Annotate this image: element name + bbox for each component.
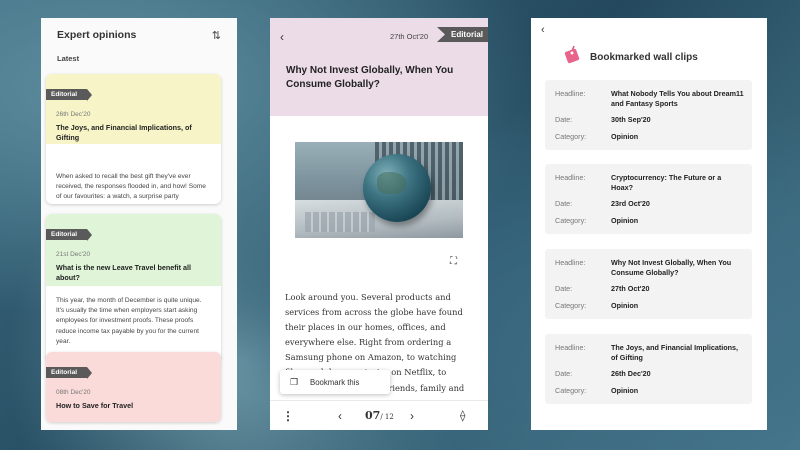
- date-row: Date: 26th Dec'20: [555, 369, 744, 379]
- headline-row: Headline: Cryptocurrency: The Future or …: [555, 173, 744, 192]
- headline-value: Why Not Invest Globally, When You Consum…: [611, 258, 732, 277]
- date-key: Date:: [555, 369, 573, 378]
- article-header: ‹ 27th Oct'20 Editorial Why Not Invest G…: [270, 18, 488, 116]
- page-total: / 12: [380, 413, 394, 421]
- headline-key: Headline:: [555, 258, 586, 267]
- date-row: Date: 30th Sep'20: [555, 115, 744, 125]
- expert-opinions-header: Expert opinions ⇅: [41, 18, 237, 52]
- headline-value: What Nobody Tells You about Dream11 and …: [611, 89, 744, 108]
- previous-page-icon[interactable]: ‹: [338, 409, 342, 423]
- category-row: Category: Opinion: [555, 132, 744, 142]
- sort-arrows-icon[interactable]: ⇅: [212, 29, 221, 42]
- category-row: Category: Opinion: [555, 386, 744, 396]
- headline-value: Cryptocurrency: The Future or a Hoax?: [611, 173, 722, 192]
- card-excerpt: This year, the month of December is quit…: [56, 297, 202, 345]
- bookmark-label: Bookmark this: [310, 377, 360, 387]
- date-value: 27th Oct'20: [611, 284, 650, 293]
- page-title: Bookmarked wall clips: [590, 52, 698, 63]
- opinion-card[interactable]: Editorial 26th Dec'20 The Joys, and Fina…: [46, 74, 221, 204]
- headline-key: Headline:: [555, 343, 586, 352]
- headline-key: Headline:: [555, 173, 586, 182]
- more-options-icon[interactable]: ⋮: [282, 409, 294, 423]
- bookmark-card[interactable]: Headline: Why Not Invest Globally, When …: [545, 249, 752, 319]
- category-row: Category: Opinion: [555, 216, 744, 226]
- opinion-card[interactable]: Editorial 21st Dec'20 What is the new Le…: [46, 214, 221, 362]
- headline-row: Headline: The Joys, and Financial Implic…: [555, 343, 744, 362]
- date-key: Date:: [555, 115, 573, 124]
- fullscreen-expand-icon[interactable]: ⛶: [450, 256, 457, 267]
- page-title: Expert opinions: [57, 29, 137, 41]
- back-arrow-icon[interactable]: ‹: [280, 30, 284, 44]
- headline-row: Headline: Why Not Invest Globally, When …: [555, 258, 744, 277]
- editorial-tag: Editorial: [46, 367, 93, 379]
- card-title: How to Save for Travel: [56, 401, 134, 410]
- price-tag-icon: [564, 45, 580, 64]
- headline-row: Headline: What Nobody Tells You about Dr…: [555, 89, 744, 108]
- bookmark-icon: ❐: [290, 376, 299, 387]
- bookmark-this-button[interactable]: ❐ Bookmark this: [280, 370, 390, 394]
- category-value: Opinion: [611, 132, 639, 141]
- category-key: Category:: [555, 132, 587, 141]
- card-title: The Joys, and Financial Implications, of…: [56, 123, 192, 142]
- article-title: Why Not Invest Globally, When You Consum…: [286, 65, 454, 90]
- date-key: Date:: [555, 199, 573, 208]
- opinion-card[interactable]: Editorial 08th Dec'20 How to Save for Tr…: [46, 352, 221, 422]
- card-title: What is the new Leave Travel benefit all…: [56, 263, 192, 282]
- category-key: Category:: [555, 301, 587, 310]
- bookmark-card[interactable]: Headline: The Joys, and Financial Implic…: [545, 334, 752, 404]
- article-date: 27th Oct'20: [390, 32, 429, 41]
- text-settings-icon[interactable]: ⟠: [460, 409, 465, 422]
- page-indicator: 07/ 12: [365, 409, 394, 422]
- bookmarks-screen: ‹ Bookmarked wall clips Headline: What N…: [531, 18, 767, 430]
- next-page-icon[interactable]: ›: [410, 409, 414, 423]
- category-row: Category: Opinion: [555, 301, 744, 311]
- card-header: Editorial 08th Dec'20 How to Save for Tr…: [46, 352, 221, 422]
- date-row: Date: 23rd Oct'20: [555, 199, 744, 209]
- category-value: Opinion: [611, 216, 639, 225]
- page-current: 07: [365, 409, 381, 422]
- category-value: Opinion: [611, 301, 639, 310]
- editorial-tag: Editorial: [46, 89, 93, 101]
- date-key: Date:: [555, 284, 573, 293]
- card-header: Editorial 26th Dec'20 The Joys, and Fina…: [46, 74, 221, 144]
- editorial-tag: Editorial: [46, 229, 93, 241]
- date-value: 26th Dec'20: [611, 369, 651, 378]
- article-image: [295, 142, 463, 238]
- card-date: 08th Dec'20: [56, 389, 91, 396]
- category-key: Category:: [555, 386, 587, 395]
- category-key: Category:: [555, 216, 587, 225]
- expert-opinions-screen: Expert opinions ⇅ Latest Editorial 26th …: [41, 18, 237, 430]
- date-value: 30th Sep'20: [611, 115, 651, 124]
- bookmark-card[interactable]: Headline: Cryptocurrency: The Future or …: [545, 164, 752, 234]
- card-date: 26th Dec'20: [56, 111, 91, 118]
- card-date: 21st Dec'20: [56, 251, 91, 258]
- back-arrow-icon[interactable]: ‹: [541, 24, 545, 36]
- headline-value: The Joys, and Financial Implications, of…: [611, 343, 739, 362]
- category-value: Opinion: [611, 386, 639, 395]
- date-row: Date: 27th Oct'20: [555, 284, 744, 294]
- date-value: 23rd Oct'20: [611, 199, 650, 208]
- article-bottom-bar: ⋮ ‹ 07/ 12 › ⟠: [270, 400, 488, 430]
- bookmark-card[interactable]: Headline: What Nobody Tells You about Dr…: [545, 80, 752, 150]
- headline-key: Headline:: [555, 89, 586, 98]
- editorial-tag: Editorial: [436, 27, 488, 42]
- card-header: Editorial 21st Dec'20 What is the new Le…: [46, 214, 221, 286]
- article-screen: ‹ 27th Oct'20 Editorial Why Not Invest G…: [270, 18, 488, 430]
- section-label-latest: Latest: [57, 54, 80, 63]
- card-excerpt: When asked to recall the best gift they'…: [56, 173, 206, 201]
